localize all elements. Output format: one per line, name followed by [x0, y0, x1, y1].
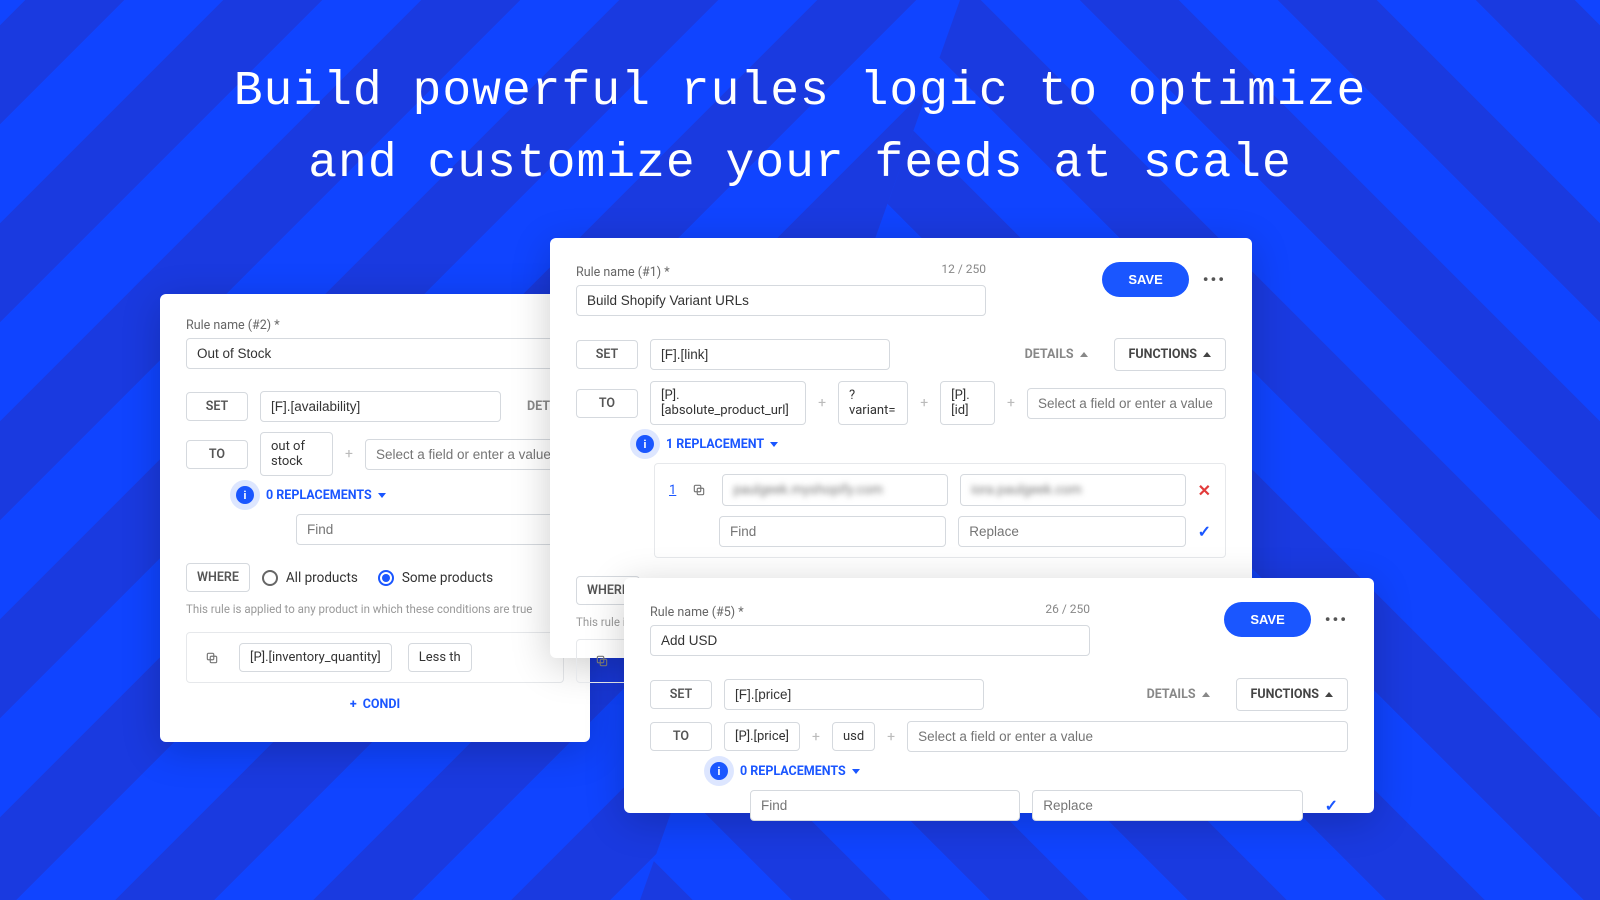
confirm-icon[interactable]: ✓	[1198, 522, 1211, 541]
set-label: SET	[650, 680, 712, 709]
to-label: TO	[650, 722, 712, 751]
set-field-input[interactable]	[260, 391, 501, 422]
rule-name-input[interactable]	[576, 285, 986, 316]
set-field-input[interactable]	[724, 679, 984, 710]
to-token[interactable]: ?variant=	[838, 381, 908, 425]
find-input[interactable]	[296, 514, 564, 545]
replacements-toggle[interactable]: 1 REPLACEMENT	[666, 437, 778, 452]
details-button[interactable]: DETAILS	[1011, 339, 1102, 370]
plus-icon: +	[818, 395, 826, 411]
details-button[interactable]: DETAILS	[1133, 679, 1224, 710]
set-label: SET	[576, 340, 638, 369]
rule-name-input[interactable]	[186, 338, 564, 369]
to-token[interactable]: [P].[absolute_product_url]	[650, 381, 806, 425]
replacements-toggle[interactable]: 0 REPLACEMENTS	[266, 488, 386, 503]
page-headline: Build powerful rules logic to optimize a…	[0, 56, 1600, 200]
replacements-toggle[interactable]: 0 REPLACEMENTS	[740, 764, 860, 779]
replace-input[interactable]	[1032, 790, 1302, 821]
copy-icon[interactable]	[688, 479, 710, 501]
info-icon: i	[636, 435, 654, 453]
rule-card-5: Rule name (#5) * 26 / 250 SAVE ••• SET D…	[624, 578, 1374, 813]
plus-icon: +	[345, 446, 353, 462]
rule-name-input[interactable]	[650, 625, 1090, 656]
rule-card-2: Rule name (#2) * SET DET TO out of stock…	[160, 294, 590, 742]
confirm-icon[interactable]: ✓	[1325, 796, 1338, 815]
functions-button[interactable]: FUNCTIONS	[1236, 678, 1348, 711]
replace-input[interactable]	[958, 516, 1185, 547]
to-value-input[interactable]	[1027, 388, 1226, 419]
add-condition-button[interactable]: + CONDI	[350, 697, 400, 712]
find-input[interactable]	[750, 790, 1020, 821]
radio-all-products[interactable]: All products	[262, 570, 358, 586]
char-count: 26 / 250	[1045, 602, 1090, 616]
more-icon[interactable]: •••	[1325, 610, 1348, 629]
condition-field[interactable]: [P].[inventory_quantity]	[239, 643, 392, 672]
save-button[interactable]: SAVE	[1102, 262, 1188, 297]
to-token[interactable]: usd	[832, 722, 875, 751]
save-button[interactable]: SAVE	[1224, 602, 1310, 637]
plus-icon: +	[812, 729, 820, 745]
plus-icon: +	[920, 395, 928, 411]
replacement-row-num[interactable]: 1	[669, 483, 676, 498]
rule-name-label: Rule name (#2) *	[186, 318, 564, 333]
copy-icon[interactable]	[201, 647, 223, 669]
set-label: SET	[186, 392, 248, 421]
set-field-input[interactable]	[650, 339, 890, 370]
rule-name-label: Rule name (#5) *	[650, 605, 744, 620]
condition-operator[interactable]: Less th	[408, 643, 472, 672]
functions-button[interactable]: FUNCTIONS	[1114, 338, 1226, 371]
rule-hint: This rule is applied to any product in w…	[186, 602, 564, 616]
info-icon: i	[710, 762, 728, 780]
radio-some-products[interactable]: Some products	[378, 570, 493, 586]
more-icon[interactable]: •••	[1203, 270, 1226, 289]
to-token[interactable]: [P].[price]	[724, 722, 800, 751]
info-icon: i	[236, 486, 254, 504]
to-value-input[interactable]	[365, 439, 564, 470]
to-value-input[interactable]	[907, 721, 1348, 752]
plus-icon: +	[887, 729, 895, 745]
plus-icon: +	[1007, 395, 1015, 411]
copy-icon[interactable]	[591, 650, 613, 672]
to-token[interactable]: [P].[id]	[940, 381, 995, 425]
to-label: TO	[186, 440, 248, 469]
rule-name-label: Rule name (#1) *	[576, 265, 670, 280]
find-input[interactable]	[719, 516, 946, 547]
to-label: TO	[576, 389, 638, 418]
to-token[interactable]: out of stock	[260, 432, 333, 476]
char-count: 12 / 250	[941, 262, 986, 276]
replacement-find[interactable]: paulgeek.myshopify.com	[722, 474, 948, 506]
where-label: WHERE	[186, 563, 250, 592]
replacement-replace[interactable]: iora.paulgeek.com	[960, 474, 1186, 506]
remove-icon[interactable]: ✕	[1198, 481, 1211, 500]
